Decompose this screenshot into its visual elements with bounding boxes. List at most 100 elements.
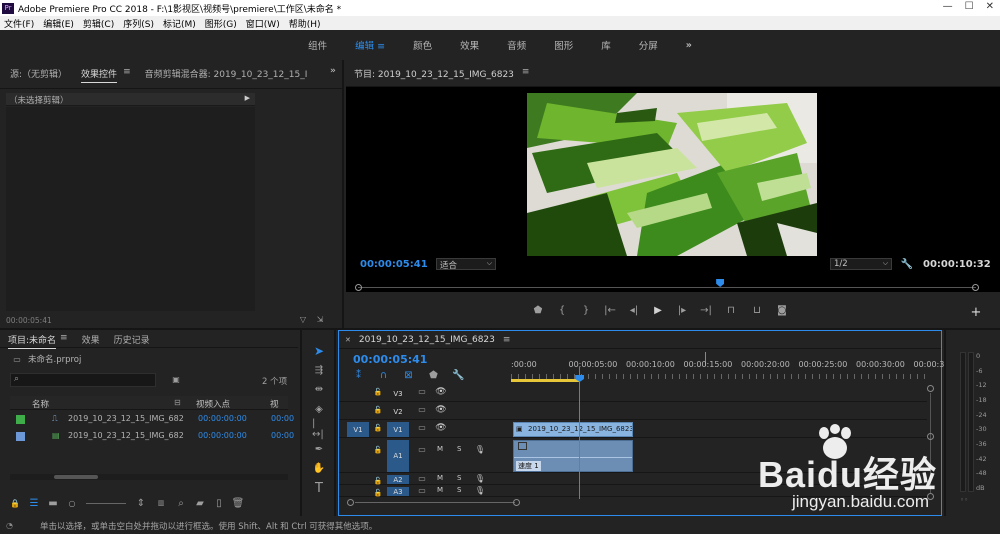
nest-toggle-icon[interactable]: ⁑ — [353, 370, 364, 381]
automate-icon[interactable]: ▥ — [155, 499, 167, 507]
timeline-settings-wrench-icon[interactable]: 🔧 — [452, 370, 464, 381]
mute-button[interactable]: M — [437, 486, 443, 494]
menu-clip[interactable]: 剪辑(C) — [83, 17, 114, 30]
track-lock-icon[interactable]: 🔓 — [373, 405, 383, 415]
workspace-libraries[interactable]: 库 — [587, 38, 625, 52]
go-to-out-icon[interactable]: →| — [700, 305, 712, 316]
workspace-assembly[interactable]: 组件 — [294, 38, 341, 52]
sync-lock-icon[interactable]: ▭ — [416, 445, 428, 454]
program-menu-icon[interactable]: ≡ — [522, 67, 530, 80]
snap-magnet-icon[interactable]: ∩ — [378, 370, 389, 381]
track-lock-icon[interactable]: 🔓 — [373, 387, 383, 397]
scrub-start-handle[interactable] — [355, 284, 362, 291]
solo-button[interactable]: S — [457, 445, 461, 453]
razor-tool-icon[interactable]: ◈ — [312, 402, 326, 416]
workspace-graphics[interactable]: 图形 — [540, 38, 587, 52]
mute-button[interactable]: M — [437, 474, 443, 482]
sequence-tab[interactable]: 2019_10_23_12_15_IMG_6823 — [359, 335, 495, 345]
project-search-input[interactable]: ⌕ — [10, 373, 156, 387]
new-search-bin-icon[interactable]: ▣ — [170, 375, 182, 384]
panel-menu-icon[interactable]: ≡ — [123, 67, 131, 83]
resolution-dropdown[interactable]: 1/2 ⌵ — [830, 258, 892, 270]
mark-in-icon[interactable]: { — [556, 305, 568, 316]
item-name[interactable]: 2019_10_23_12_15_IMG_682 — [68, 431, 184, 440]
menu-window[interactable]: 窗口(W) — [246, 17, 280, 30]
work-area-bar[interactable] — [511, 379, 579, 382]
solo-button[interactable]: S — [457, 474, 461, 482]
mute-button[interactable]: M — [437, 445, 443, 453]
sync-lock-icon[interactable]: ▭ — [416, 474, 428, 483]
track-lock-icon[interactable]: 🔓 — [373, 423, 383, 433]
menu-sequence[interactable]: 序列(S) — [123, 17, 154, 30]
add-marker-icon[interactable]: ⬟ — [532, 305, 544, 316]
microphone-icon[interactable]: 🎙 — [475, 474, 485, 483]
list-item[interactable]: ⎍ 2019_10_23_12_15_IMG_682 00:00:00:00 0… — [10, 412, 294, 428]
label-color-swatch[interactable] — [16, 432, 25, 441]
play-only-icon[interactable]: ▶ — [245, 94, 250, 102]
fit-dropdown[interactable]: 适合 ⌵ — [436, 258, 496, 271]
program-playhead[interactable] — [716, 279, 725, 287]
track-label-v1[interactable]: V1 — [387, 422, 409, 437]
sync-lock-icon[interactable]: ▭ — [416, 387, 428, 396]
project-h-scrollbar[interactable] — [10, 474, 288, 480]
item-video-out[interactable]: 00:00 — [271, 414, 294, 423]
track-label-v3[interactable]: V3 — [387, 386, 409, 401]
track-label-a2[interactable]: A2 — [387, 475, 409, 484]
timeline-h-scrollbar[interactable] — [347, 499, 521, 507]
find-icon[interactable]: ⌕ — [176, 498, 186, 509]
lock-icon[interactable]: 🔒 — [10, 499, 20, 508]
microphone-icon[interactable]: 🎙 — [475, 486, 485, 495]
track-lock-icon[interactable]: 🔓 — [373, 445, 383, 455]
microphone-icon[interactable]: 🎙 — [475, 445, 485, 454]
mark-out-icon[interactable]: } — [580, 305, 592, 316]
menu-edit[interactable]: 编辑(E) — [43, 17, 74, 30]
add-button-icon[interactable]: + — [970, 305, 982, 320]
menu-file[interactable]: 文件(F) — [4, 17, 34, 30]
track-label-v2[interactable]: V2 — [387, 404, 409, 419]
trash-icon[interactable]: 🗑 — [232, 498, 245, 509]
list-item[interactable]: ▤ 2019_10_23_12_15_IMG_682 00:00:00:00 0… — [10, 429, 294, 445]
audio-clip[interactable]: 速度 1 — [513, 440, 633, 472]
track-select-tool-icon[interactable]: ⇶ — [312, 363, 326, 377]
type-tool-icon[interactable]: T — [312, 481, 326, 496]
lift-icon[interactable]: ⊓ — [724, 305, 738, 316]
export-icon[interactable]: ⇲ — [314, 314, 326, 324]
tab-effect-controls[interactable]: 效果控件 — [81, 67, 118, 83]
program-monitor-title[interactable]: 节目: 2019_10_23_12_15_IMG_6823 — [354, 67, 514, 80]
item-video-out[interactable]: 00:00 — [271, 431, 294, 440]
add-marker-icon[interactable]: ⬟ — [428, 370, 439, 381]
workspace-effects[interactable]: 效果 — [446, 38, 493, 52]
workspace-more-icon[interactable]: » — [672, 40, 706, 51]
step-forward-icon[interactable]: |▸ — [676, 305, 688, 316]
track-lock-icon[interactable]: 🔓 — [373, 476, 383, 486]
menu-help[interactable]: 帮助(H) — [289, 17, 321, 30]
program-scrub-bar[interactable] — [355, 276, 979, 292]
tab-source[interactable]: 源:（无剪辑） — [10, 67, 67, 83]
list-view-icon[interactable]: ☰ — [29, 498, 39, 509]
filter-icon[interactable]: ▽ — [297, 314, 309, 324]
source-patch-v1[interactable]: V1 — [347, 422, 369, 437]
timeline-menu-icon[interactable]: ≡ — [503, 335, 511, 345]
timeline-playhead[interactable] — [575, 367, 585, 499]
item-video-in[interactable]: 00:00:00:00 — [198, 414, 247, 423]
linked-selection-icon[interactable]: ⊠ — [403, 370, 414, 381]
eye-icon[interactable]: 👁 — [435, 405, 447, 415]
workspace-split[interactable]: 分屏 — [625, 38, 672, 52]
menu-marker[interactable]: 标记(M) — [163, 17, 196, 30]
item-name[interactable]: 2019_10_23_12_15_IMG_682 — [68, 414, 184, 423]
track-label-a3[interactable]: A3 — [387, 487, 409, 496]
minimize-button[interactable]: — — [943, 1, 953, 12]
step-back-icon[interactable]: ◂| — [628, 305, 640, 316]
sort-icon[interactable]: ⇕ — [136, 498, 146, 509]
close-tab-icon[interactable]: ✕ — [345, 336, 351, 344]
video-clip[interactable]: ▣2019_10_23_12_15_IMG_6823.MO — [513, 422, 633, 437]
zoom-slider-handle-icon[interactable]: ○ — [67, 499, 77, 508]
scrollbar-thumb[interactable] — [54, 475, 98, 479]
item-video-in[interactable]: 00:00:00:00 — [198, 431, 247, 440]
workspace-audio[interactable]: 音频 — [493, 38, 540, 52]
go-to-in-icon[interactable]: |← — [604, 305, 616, 316]
column-video-in[interactable]: 视频入点 — [196, 398, 230, 410]
pen-tool-icon[interactable]: ✒ — [312, 442, 326, 456]
icon-view-icon[interactable]: ▬ — [48, 498, 58, 509]
column-name[interactable]: 名称 — [32, 398, 49, 410]
